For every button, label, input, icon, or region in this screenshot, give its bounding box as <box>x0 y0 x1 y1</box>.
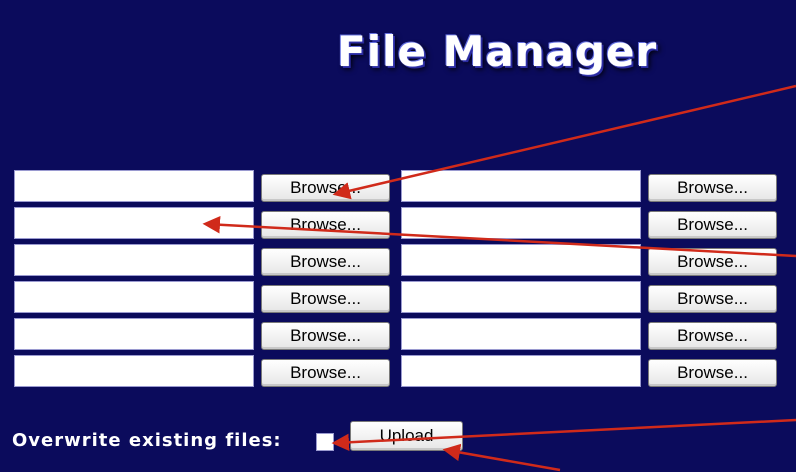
file-path-input[interactable] <box>401 355 641 387</box>
file-path-input[interactable] <box>401 281 641 313</box>
browse-button[interactable]: Browse... <box>648 322 777 350</box>
browse-button[interactable]: Browse... <box>648 174 777 202</box>
browse-button[interactable]: Browse... <box>648 211 777 239</box>
browse-button[interactable]: Browse... <box>648 285 777 313</box>
browse-button[interactable]: Browse... <box>648 248 777 276</box>
file-path-input[interactable] <box>401 170 641 202</box>
file-path-input[interactable] <box>14 318 254 350</box>
file-path-input[interactable] <box>14 244 254 276</box>
browse-button[interactable]: Browse... <box>261 285 390 313</box>
file-path-input[interactable] <box>401 318 641 350</box>
overwrite-checkbox[interactable] <box>316 433 334 451</box>
browse-button[interactable]: Browse... <box>261 174 390 202</box>
browse-button[interactable]: Browse... <box>261 248 390 276</box>
file-path-input[interactable] <box>14 355 254 387</box>
file-path-input[interactable] <box>401 244 641 276</box>
file-path-input[interactable] <box>14 281 254 313</box>
browse-button[interactable]: Browse... <box>261 211 390 239</box>
file-path-input[interactable] <box>14 207 254 239</box>
upload-button[interactable]: Upload <box>350 421 463 451</box>
file-path-input[interactable] <box>14 170 254 202</box>
browse-button[interactable]: Browse... <box>648 359 777 387</box>
browse-button[interactable]: Browse... <box>261 359 390 387</box>
overwrite-label: Overwrite existing files: <box>12 430 282 451</box>
file-upload-grid: Browse... Browse... Browse... Browse... … <box>0 0 796 472</box>
browse-button[interactable]: Browse... <box>261 322 390 350</box>
file-path-input[interactable] <box>401 207 641 239</box>
